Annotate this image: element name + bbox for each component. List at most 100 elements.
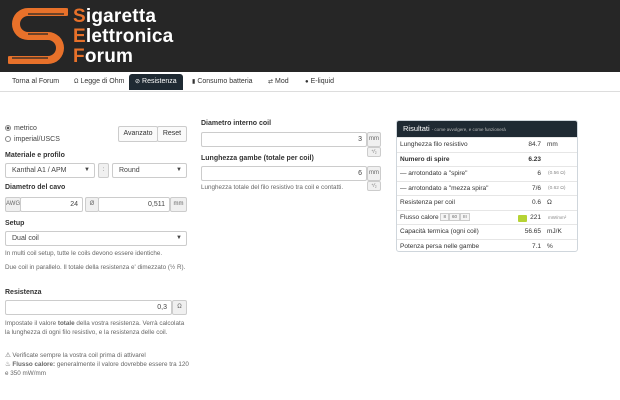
result-row: Capacità termica (ogni coil) 56.65 mJ/K: [397, 224, 577, 239]
link-icon: ⊘: [135, 79, 141, 85]
inner-diameter-input[interactable]: 3: [201, 132, 367, 147]
awg-value: 24: [70, 201, 78, 208]
row-value: 84.7: [528, 141, 541, 148]
resistance-label: Resistenza: [5, 289, 42, 296]
row-value: 6: [537, 170, 541, 177]
imperial-radio[interactable]: imperial/USCS: [5, 136, 60, 143]
legs-length-label: Lunghezza gambe (totale per coil): [201, 155, 314, 162]
row-unit: %: [547, 242, 553, 250]
bar-chart-icon: ▮: [192, 79, 196, 85]
row-value: 7.1: [531, 242, 541, 250]
diameter-value: 0,511: [148, 201, 165, 208]
logo-rest-2: lettronica: [85, 26, 174, 47]
result-row: — arrotondato a "spire" 6 (0.56 Ω): [397, 166, 577, 181]
logo-text-line-3: Forum: [73, 46, 134, 67]
setup-select[interactable]: Dual coil ▼: [5, 231, 187, 246]
caret-down-icon: ▼: [84, 167, 90, 173]
setup-value: Dual coil: [12, 235, 39, 242]
site-header: Sigaretta Elettronica Forum: [0, 0, 620, 72]
row-value: 6.23: [528, 155, 541, 163]
drop-icon: ●: [305, 79, 309, 85]
caret-down-icon: ▼: [176, 167, 182, 173]
metric-radio[interactable]: metrico: [5, 125, 37, 132]
inner-diameter-value: 3: [358, 136, 362, 143]
row-key-wrap: Flusso calore 8 60 III: [400, 211, 470, 225]
nav-label: Consumo batteria: [197, 78, 253, 85]
setup-label: Setup: [5, 220, 25, 227]
wire-diameter-label: Diametro del cavo: [5, 184, 66, 191]
legs-length-input[interactable]: 6: [201, 166, 367, 181]
material-select[interactable]: Kanthal A1 / APM ▼: [5, 163, 95, 178]
row-value: 221: [530, 213, 541, 221]
legs-length-value: 6: [358, 170, 362, 177]
help-pre: Impostate il valore: [5, 320, 58, 327]
inner-diameter-label: Diametro interno coil: [201, 120, 272, 127]
radio-dot: [5, 136, 11, 142]
row-value: 7/6: [531, 184, 541, 192]
nav-label: E-liquid: [310, 78, 334, 85]
row-unit: Ω: [547, 199, 552, 206]
flux-max-box[interactable]: III: [460, 212, 470, 221]
mm-addon: mm: [170, 197, 187, 212]
imperial-label: imperial/USCS: [14, 136, 60, 143]
results-subtitle: - come avvolgere, e come funzionerà: [431, 127, 506, 132]
material-label: Materiale e profilo: [5, 152, 65, 159]
reset-button[interactable]: Reset: [157, 126, 187, 142]
row-key: Potenza persa nelle gambe: [400, 242, 480, 250]
awg-input[interactable]: 24: [20, 197, 83, 212]
nav-resistenza[interactable]: ⊘ Resistenza: [129, 74, 183, 90]
warning-text: Verificate sempre la vostra coil prima d…: [12, 352, 146, 359]
legs-unit-addon: mm: [367, 166, 381, 181]
row-key: Flusso calore: [400, 213, 439, 221]
nav-mod[interactable]: ⇄ Mod: [262, 74, 295, 90]
setup-help-1: In multi coil setup, tutte le coils devo…: [5, 250, 163, 257]
result-row: Numero di spire 6.23: [397, 151, 577, 167]
diameter-input[interactable]: 0,511: [98, 197, 170, 212]
flux-min-box[interactable]: 8: [440, 212, 449, 221]
row-unit: mJ/K: [547, 228, 562, 235]
results-title: Risultati: [403, 124, 430, 133]
inner-step-addon[interactable]: ⁺⁄₂: [367, 147, 381, 157]
nav-torna-al-forum[interactable]: Torna al Forum: [6, 74, 65, 90]
ohm-addon: Ω: [172, 300, 187, 315]
row-key: — arrotondato a "mezza spira": [400, 184, 489, 192]
help-bold: totale: [57, 320, 75, 327]
nav-legge-di-ohm[interactable]: Ω Legge di Ohm: [68, 74, 130, 90]
logo-icon: [8, 8, 68, 64]
setup-help-2: Due coil in parallelo. Il totale della r…: [5, 264, 186, 271]
material-value: Kanthal A1 / APM: [12, 167, 67, 174]
nav-label: Torna al Forum: [12, 78, 60, 85]
flux-note: ♨ Flusso calore: generalmente il valore …: [5, 361, 190, 378]
row-value: 0.6: [531, 199, 541, 206]
profile-select[interactable]: Round ▼: [112, 163, 187, 178]
nav-e-liquid[interactable]: ● E-liquid: [299, 74, 340, 90]
row-unit: mm: [547, 141, 558, 148]
logo-rest-3: orum: [84, 46, 134, 67]
coil-warning: ⚠ Verificate sempre la vostra coil prima…: [5, 352, 195, 361]
metric-label: metrico: [14, 125, 37, 132]
row-sub: (0.56 Ω): [548, 171, 566, 176]
row-value: 56.65: [524, 228, 541, 235]
logo-text-line-2: Elettronica: [73, 26, 174, 47]
row-sub: (0.62 Ω): [548, 185, 566, 191]
material-separator: :: [98, 163, 109, 178]
resistance-input[interactable]: 0,3: [5, 300, 172, 315]
diameter-addon: Ø: [85, 197, 99, 212]
flux-bold: Flusso calore:: [12, 361, 56, 368]
resistance-help: Impostate il valore totale della vostra …: [5, 320, 185, 337]
row-key: — arrotondato a "spire": [400, 170, 468, 177]
result-row: — arrotondato a "mezza spira" 7/6 (0.62 Ω): [397, 180, 577, 196]
row-key: Lunghezza filo resistivo: [400, 141, 468, 148]
row-key: Numero di spire: [400, 155, 450, 163]
result-row: Potenza persa nelle gambe 7.1%: [397, 238, 577, 252]
advanced-button[interactable]: Avanzato: [118, 126, 158, 142]
row-key: Resistenza per coil: [400, 199, 455, 206]
result-row-heat-flux: Flusso calore 8 60 III 221 mW/mm²: [397, 209, 577, 225]
nav-consumo-batteria[interactable]: ▮ Consumo batteria: [186, 74, 259, 90]
flux-mid-box[interactable]: 60: [448, 212, 460, 221]
flux-ok-badge-icon: [518, 214, 527, 222]
nav-label: Resistenza: [142, 78, 177, 85]
resistance-value: 0,3: [157, 304, 167, 311]
main-nav: Torna al Forum Ω Legge di Ohm ⊘ Resistenza…: [0, 72, 620, 92]
awg-addon: AWG: [5, 197, 21, 212]
